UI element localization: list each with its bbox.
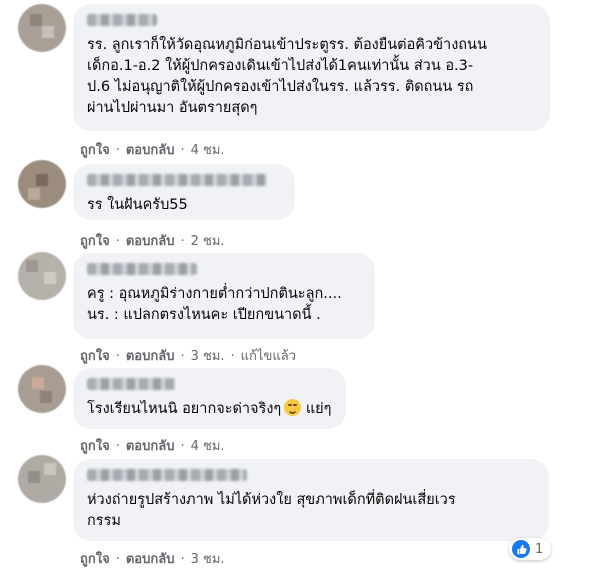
comment-bubble: รร. ลูกเราก็ให้วัดอุณหภูมิก่อนเข้าประตูร… [73,4,550,131]
edited-label[interactable]: แก้ไขแล้ว [241,349,296,364]
timestamp[interactable]: 3 ชม. [191,349,225,364]
reply-button[interactable]: ตอบกลับ [126,349,175,364]
avatar[interactable] [18,4,66,52]
like-button[interactable]: ถูกใจ [80,234,110,249]
separator: · [180,349,185,364]
separator: · [180,552,185,567]
author-name-blurred[interactable] [87,378,175,390]
comment-text: รร ในฝันครับ55 [87,197,188,213]
timestamp[interactable]: 2 ชม. [191,234,225,249]
timestamp[interactable]: 4 ชม. [191,143,225,158]
separator: · [180,143,185,158]
separator: · [115,439,120,454]
comment-text: ห่วงถ่ายรูปสร้างภาพ ไม่ได้ห่วงใย สุขภาพเ… [87,492,456,529]
author-name-blurred[interactable] [87,14,157,26]
reaction-summary[interactable]: 1 [509,538,552,560]
author-name-blurred[interactable] [87,469,247,481]
comment-actions: ถูกใจ · ตอบกลับ · 4 ชม. [80,435,225,456]
avatar[interactable] [18,160,66,208]
separator: · [180,439,185,454]
comment-actions: ถูกใจ · ตอบกลับ · 3 ชม. [80,548,225,569]
reaction-count: 1 [535,541,544,557]
comment-text-part: แย่ๆ [301,401,332,417]
comment-actions: ถูกใจ · ตอบกลับ · 2 ชม. [80,230,225,251]
author-name-blurred[interactable] [87,174,267,186]
like-button[interactable]: ถูกใจ [80,552,110,567]
like-button[interactable]: ถูกใจ [80,349,110,364]
timestamp[interactable]: 3 ชม. [191,552,225,567]
comment-bubble: โรงเรียนไหนนิ อยากจะด่าจริงๆ แย่ๆ [73,368,346,429]
comment-text-part: โรงเรียนไหนนิ อยากจะด่าจริงๆ [87,401,282,417]
comment-bubble: ครู : อุณหภูมิร่างกายต่ำกว่าปกตินะลูก...… [73,253,375,339]
separator: · [230,349,235,364]
comment-actions: ถูกใจ · ตอบกลับ · 4 ชม. [80,139,225,160]
separator: · [115,143,120,158]
like-button[interactable]: ถูกใจ [80,439,110,454]
reply-button[interactable]: ตอบกลับ [126,552,175,567]
comment-bubble: รร ในฝันครับ55 [73,164,295,220]
comment-text: รร. ลูกเราก็ให้วัดอุณหภูมิก่อนเข้าประตูร… [87,37,487,116]
avatar[interactable] [18,252,66,300]
thumbs-up-icon [512,540,530,558]
comment-text: ครู : อุณหภูมิร่างกายต่ำกว่าปกตินะลูก...… [87,286,342,323]
reply-button[interactable]: ตอบกลับ [126,143,175,158]
comment-text: โรงเรียนไหนนิ อยากจะด่าจริงๆ แย่ๆ [87,399,332,420]
separator: · [180,234,185,249]
avatar[interactable] [18,365,66,413]
like-button[interactable]: ถูกใจ [80,143,110,158]
separator: · [115,552,120,567]
avatar[interactable] [18,455,66,503]
comment-bubble: ห่วงถ่ายรูปสร้างภาพ ไม่ได้ห่วงใย สุขภาพเ… [73,459,549,541]
separator: · [115,234,120,249]
smirk-emoji-icon [284,399,302,416]
reply-button[interactable]: ตอบกลับ [126,439,175,454]
timestamp[interactable]: 4 ชม. [191,439,225,454]
reply-button[interactable]: ตอบกลับ [126,234,175,249]
comment-actions: ถูกใจ · ตอบกลับ · 3 ชม. · แก้ไขแล้ว [80,345,296,366]
separator: · [115,349,120,364]
author-name-blurred[interactable] [87,263,197,275]
